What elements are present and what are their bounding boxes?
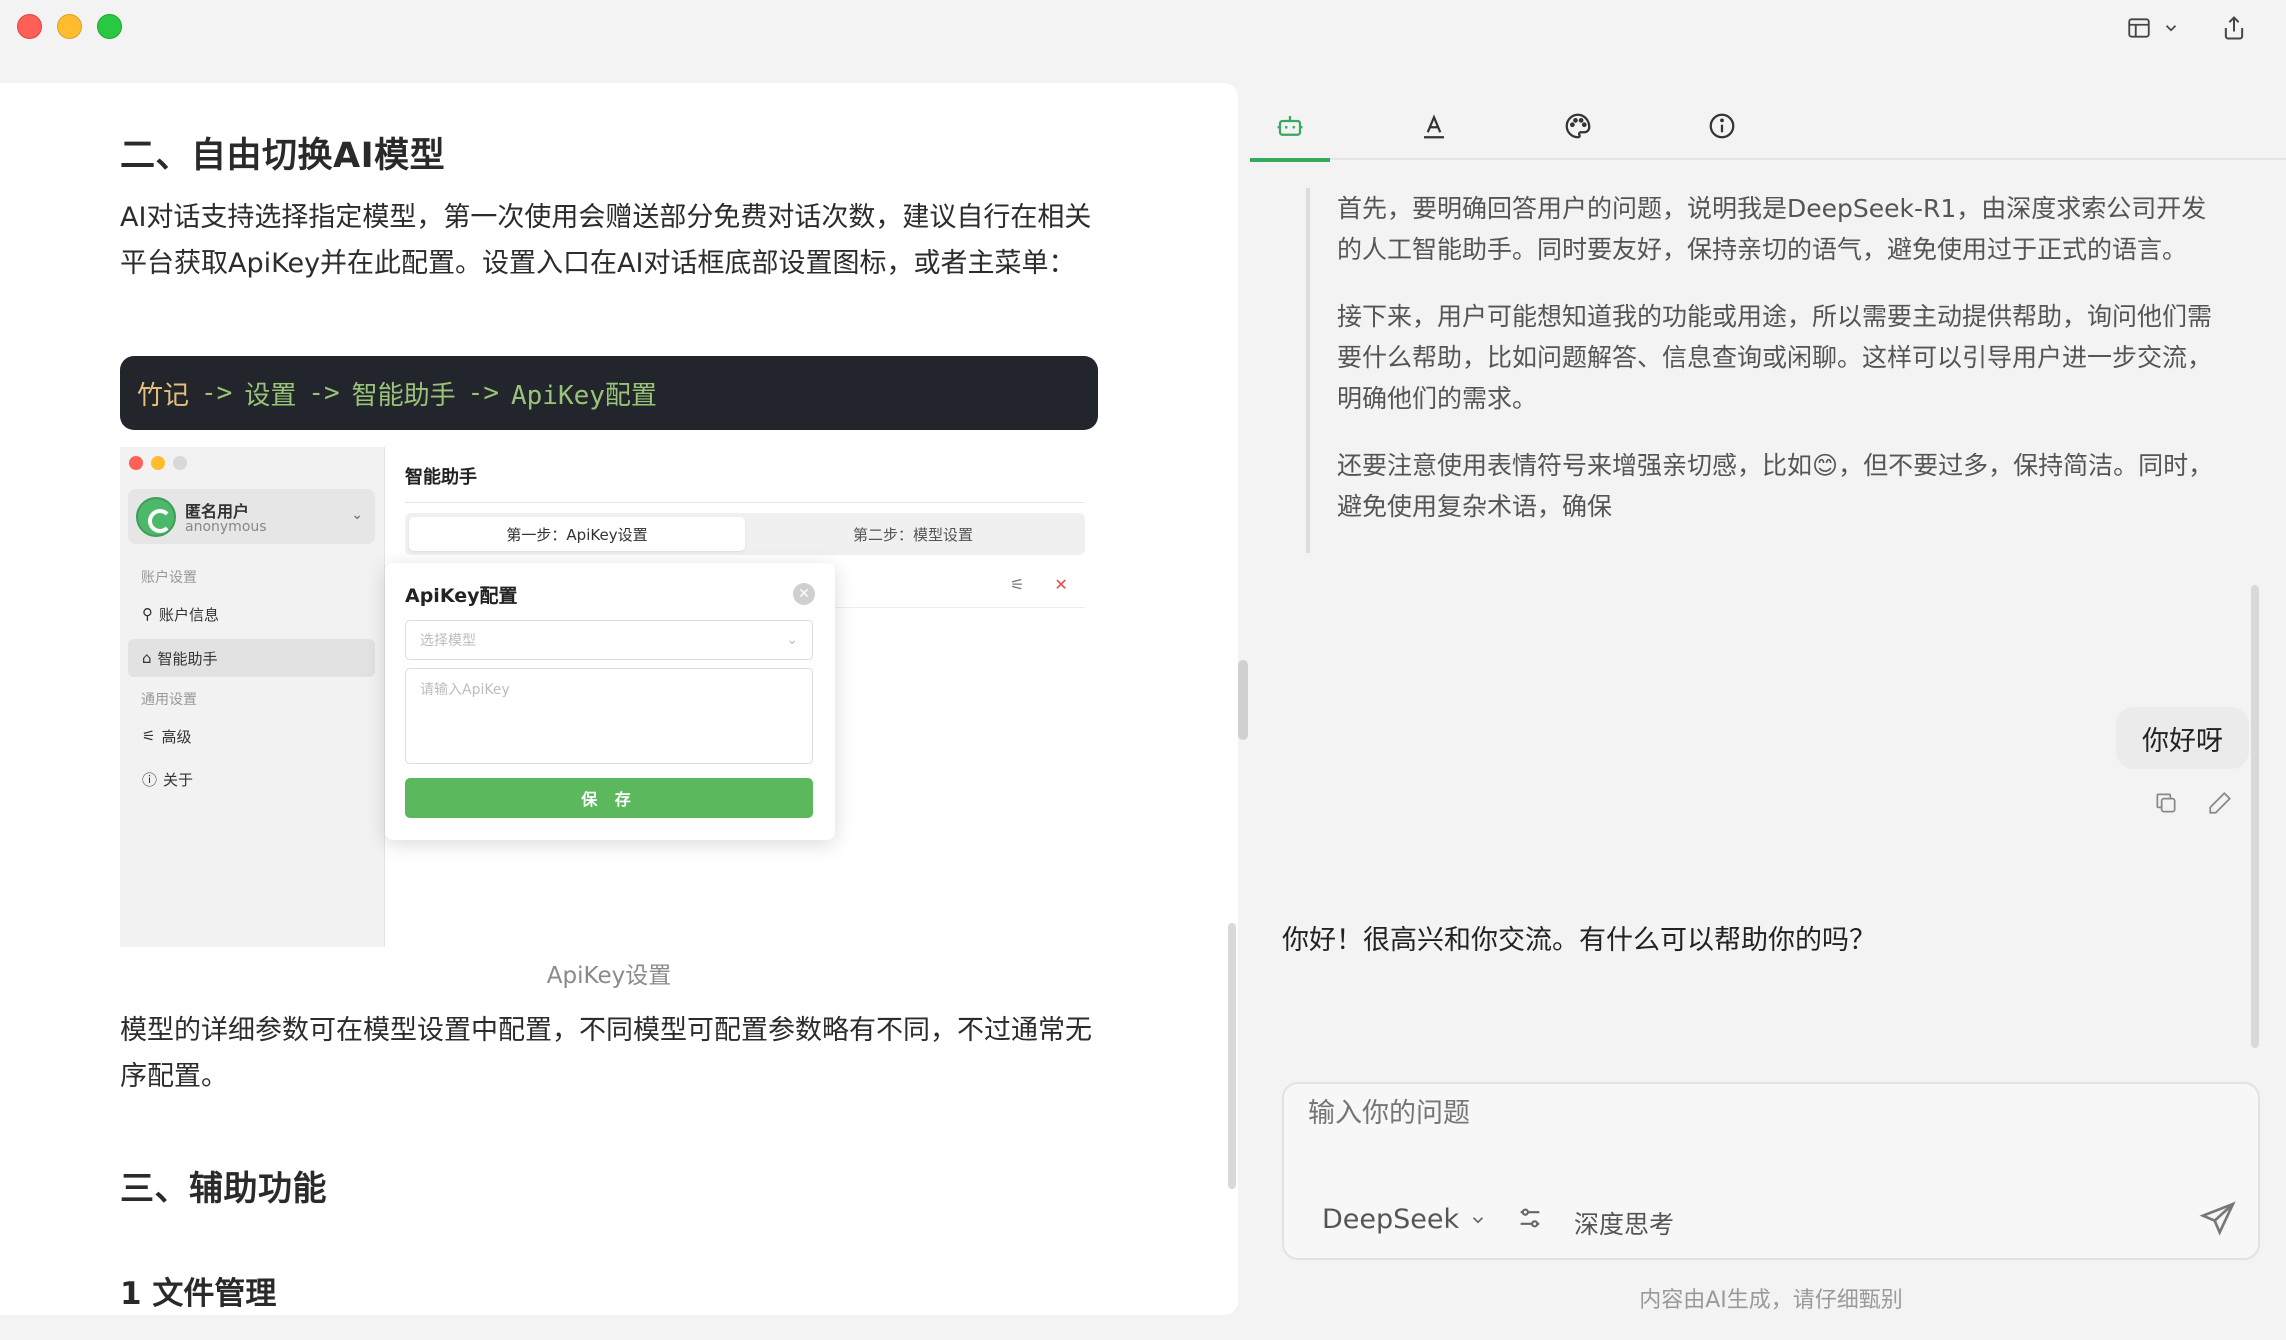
reasoning-block: 首先，要明确回答用户的问题，说明我是DeepSeek-R1，由深度求索公司开发的… <box>1306 188 2226 553</box>
chevron-down-icon: ⌄ <box>351 507 363 523</box>
palette-icon <box>1565 113 1591 139</box>
embedded-screenshot: 匿名用户 anonymous ⌄ 账户设置 ⚲ 账户信息 ⌂ 智能助手 通用设置 ⚟… <box>120 447 1085 947</box>
deep-think-toggle[interactable]: 深度思考 <box>1574 1205 1674 1241</box>
layout-panel-icon <box>2128 18 2150 38</box>
user-icon: ⚲ <box>142 605 153 623</box>
sidebar-item-about: ⓘ 关于 <box>128 760 375 798</box>
model-name: DeepSeek <box>1322 1204 1460 1235</box>
step-apikey: 第一步：ApiKey设置 <box>409 517 745 551</box>
share-button[interactable] <box>2220 14 2248 42</box>
subsection-heading: 1 文件管理 <box>120 1276 277 1312</box>
reasoning-paragraph: 还要注意使用表情符号来增强亲切感，比如😊，但不要过多，保持简洁。同时，避免使用复… <box>1337 451 2214 521</box>
assistant-message: 你好！很高兴和你交流。有什么可以帮助你的吗？ <box>1282 925 1876 956</box>
save-button: 保 存 <box>405 778 813 818</box>
close-icon: ✕ <box>1054 575 1068 594</box>
avatar <box>136 497 176 537</box>
message-actions <box>2153 790 2233 816</box>
model-select: 选择模型 ⌄ <box>405 620 813 660</box>
sidebar-item-assistant: ⌂ 智能助手 <box>128 639 375 677</box>
ai-disclaimer: 内容由AI生成，请仔细甄别 <box>1639 1288 1903 1313</box>
apikey-input: 请输入ApiKey <box>405 668 813 764</box>
model-selector[interactable]: DeepSeek <box>1322 1204 1487 1235</box>
apikey-modal: ApiKey配置 ✕ 选择模型 ⌄ 请输入ApiKey 保 存 <box>385 563 835 840</box>
window-controls <box>17 14 122 39</box>
user-id: anonymous <box>185 519 267 535</box>
code-arrow: -> <box>308 378 340 408</box>
sidebar-item-advanced: ⚟ 高级 <box>128 717 375 755</box>
reasoning-paragraph: 接下来，用户可能想知道我的功能或用途，所以需要主动提供帮助，询问他们需要什么帮助… <box>1337 302 2213 413</box>
close-icon: ✕ <box>793 583 815 605</box>
chevron-down-icon <box>1473 1216 1484 1223</box>
close-window-button[interactable] <box>17 14 42 39</box>
image-caption: ApiKey设置 <box>546 963 672 989</box>
robot-icon <box>1277 116 1303 136</box>
screenshot-sidebar: 匿名用户 anonymous ⌄ 账户设置 ⚲ 账户信息 ⌂ 智能助手 通用设置 ⚟… <box>120 447 385 947</box>
row-actions: ⚟ ✕ <box>1010 575 1068 594</box>
info-icon: ⓘ <box>142 770 158 789</box>
chevron-down-icon: ⌄ <box>786 632 798 648</box>
sidebar-section-general: 通用设置 <box>141 692 197 708</box>
section-heading-2: 二、自由切换AI模型 <box>120 136 446 176</box>
section-heading-3: 三、辅助功能 <box>120 1169 327 1209</box>
info-icon <box>1709 113 1735 139</box>
user-message: 你好呀 <box>2116 707 2249 769</box>
settings-sliders-icon[interactable] <box>1516 1204 1544 1232</box>
sidebar-item-label: 高级 <box>161 727 192 746</box>
robot-icon: ⌂ <box>142 649 152 667</box>
edit-icon[interactable] <box>2207 790 2233 816</box>
reasoning-paragraph: 首先，要明确回答用户的问题，说明我是DeepSeek-R1，由深度求索公司开发的… <box>1337 194 2207 264</box>
document-scrollbar[interactable] <box>1228 923 1236 1189</box>
document-panel: 二、自由切换AI模型 AI对话支持选择指定模型，第一次使用会赠送部分免费对话次数… <box>0 83 1238 1315</box>
tab-text-format[interactable] <box>1394 92 1474 160</box>
chevron-down-icon <box>2165 25 2177 32</box>
assistant-tabs <box>1250 92 2286 162</box>
maximize-window-button[interactable] <box>97 14 122 39</box>
paragraph-intro: AI对话支持选择指定模型，第一次使用会赠送部分免费对话次数，建议自行在相关平台获… <box>120 202 1092 279</box>
code-block: 竹记 -> 设置 -> 智能助手 -> ApiKey配置 <box>120 356 1098 430</box>
code-arrow: -> <box>201 378 233 408</box>
tab-theme[interactable] <box>1538 92 1618 160</box>
user-card: 匿名用户 anonymous ⌄ <box>128 489 375 544</box>
tab-info[interactable] <box>1682 92 1762 160</box>
chat-input[interactable] <box>1308 1098 2208 1129</box>
sliders-icon: ⚟ <box>142 727 156 745</box>
code-item: 智能助手 <box>351 380 456 411</box>
code-item: ApiKey配置 <box>510 380 657 411</box>
tab-assistant[interactable] <box>1250 92 1330 162</box>
minimize-window-button[interactable] <box>57 14 82 39</box>
sidebar-item-label: 账户信息 <box>159 605 220 624</box>
step-model: 第二步：模型设置 <box>852 525 973 544</box>
text-format-icon <box>1424 114 1444 139</box>
sidebar-item-label: 智能助手 <box>157 649 218 668</box>
top-toolbar <box>2126 14 2248 42</box>
sliders-icon: ⚟ <box>1010 575 1025 594</box>
code-app-name: 竹记 <box>137 380 190 411</box>
steps-tabs: 第一步：ApiKey设置 第二步：模型设置 <box>405 513 1085 555</box>
select-placeholder: 选择模型 <box>420 633 476 649</box>
screenshot-page-title: 智能助手 <box>405 467 477 488</box>
send-icon[interactable] <box>2198 1199 2238 1239</box>
chat-input-box: DeepSeek 深度思考 <box>1282 1082 2260 1260</box>
screenshot-window-controls <box>129 456 187 470</box>
chat-scrollbar[interactable] <box>2251 585 2259 1048</box>
copy-icon[interactable] <box>2153 790 2179 816</box>
panel-resize-handle[interactable] <box>1238 660 1248 740</box>
paragraph-model-params: 模型的详细参数可在模型设置中配置，不同模型可配置参数略有不同，不过通常无序配置。 <box>120 1015 1092 1092</box>
code-arrow: -> <box>467 378 499 408</box>
sidebar-item-label: 关于 <box>163 770 194 789</box>
layout-menu-button[interactable] <box>2126 15 2180 41</box>
modal-title: ApiKey配置 <box>405 585 518 607</box>
code-item: 设置 <box>244 380 297 411</box>
sidebar-item-account-info: ⚲ 账户信息 <box>128 595 375 633</box>
share-icon <box>2224 16 2244 40</box>
sidebar-section-account: 账户设置 <box>141 570 197 586</box>
